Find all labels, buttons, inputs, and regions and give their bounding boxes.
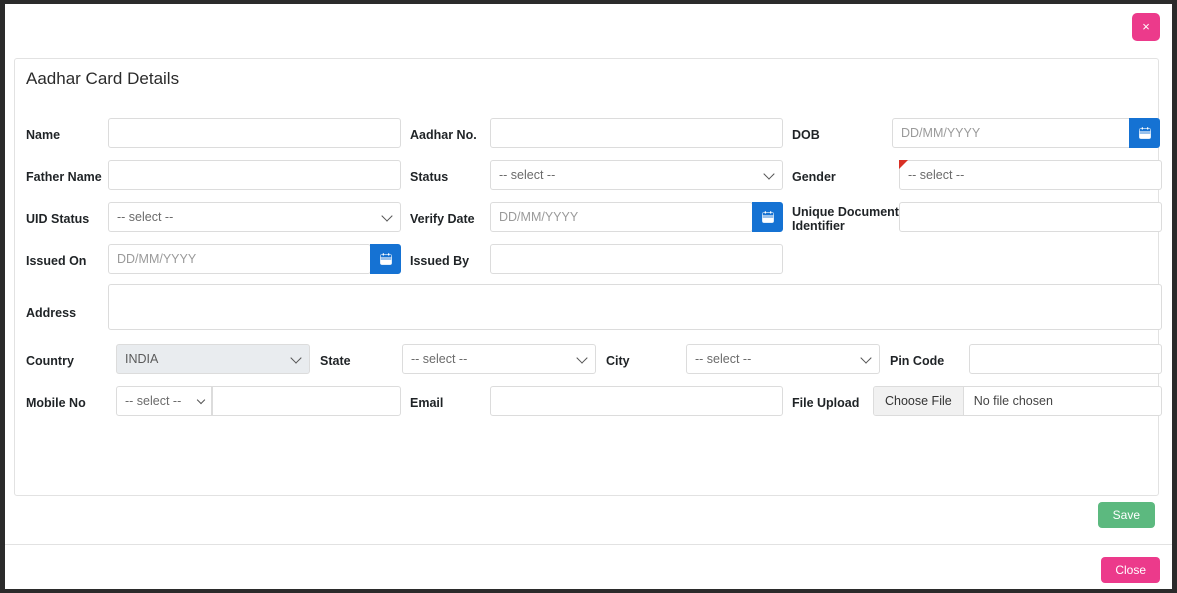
verify-date-input[interactable] — [490, 202, 753, 232]
form-row-2: Father Name Status -- select -- Gender -… — [15, 146, 1162, 190]
address-textarea[interactable] — [108, 284, 1162, 330]
chevron-down-icon — [381, 210, 393, 222]
aadhar-form: Name Aadhar No. DOB DD/MM/YYYY Father Na… — [15, 104, 1162, 418]
chevron-down-icon — [763, 168, 775, 180]
city-select[interactable]: -- select -- — [686, 344, 880, 374]
country-select[interactable]: INDIA — [116, 344, 310, 374]
label-verify-date: Verify Date — [410, 212, 475, 226]
aadhar-details-panel: Aadhar Card Details Name Aadhar No. DOB — [14, 58, 1162, 496]
label-country: Country — [26, 354, 74, 368]
label-issued-on: Issued On — [26, 254, 87, 268]
label-file-upload: File Upload — [792, 396, 860, 410]
issued-on-input[interactable] — [108, 244, 371, 274]
label-name: Name — [26, 128, 61, 142]
chevron-down-icon — [196, 395, 206, 405]
pin-code-input[interactable] — [969, 344, 1162, 374]
name-input[interactable] — [108, 118, 401, 148]
form-row-7: Mobile No -- select -- Email File Upload… — [15, 376, 1162, 418]
label-uid-status: UID Status — [26, 212, 90, 226]
label-mobile-no: Mobile No — [26, 396, 86, 410]
mobile-no-input[interactable] — [212, 386, 401, 416]
save-button[interactable]: Save — [1097, 502, 1155, 528]
chevron-down-icon — [576, 352, 588, 364]
form-row-1: Name Aadhar No. DOB — [15, 104, 1160, 148]
city-select-value: -- select -- — [695, 352, 752, 366]
gender-select-value: -- select -- — [908, 168, 965, 182]
save-bar: Save — [14, 500, 1159, 542]
gender-select[interactable]: -- select -- — [899, 160, 1162, 190]
email-input[interactable] — [490, 386, 783, 416]
label-pin-code: Pin Code — [890, 354, 945, 368]
footer-divider — [5, 544, 1172, 545]
chevron-down-icon — [860, 352, 872, 364]
form-row-5: Address — [15, 272, 1162, 334]
dob-input[interactable] — [892, 118, 1138, 148]
chevron-down-icon — [290, 352, 302, 364]
label-issued-by: Issued By — [410, 254, 470, 268]
label-dob: DOB — [792, 128, 820, 142]
screen: × Aadhar Card Details Name Aadhar No. DO… — [0, 0, 1177, 593]
close-icon[interactable]: × — [1132, 13, 1160, 41]
state-select-value: -- select -- — [411, 352, 468, 366]
label-udi-line1: Unique Document — [792, 205, 899, 219]
status-select-value: -- select -- — [499, 168, 556, 182]
state-select[interactable]: -- select -- — [402, 344, 596, 374]
window-frame-bottom — [0, 589, 1177, 593]
label-state: State — [320, 354, 351, 368]
issued-by-input[interactable] — [490, 244, 783, 274]
verify-date-calendar-icon[interactable] — [752, 202, 783, 232]
form-row-6: Country INDIA State -- select -- City --… — [15, 334, 1162, 376]
form-row-3: UID Status -- select -- Verify Date DD/M… — [15, 188, 1162, 233]
form-row-4: Issued On Issued By — [15, 230, 1160, 274]
father-name-input[interactable] — [108, 160, 401, 190]
label-gender: Gender — [792, 170, 836, 184]
close-button[interactable]: Close — [1101, 557, 1160, 583]
status-select[interactable]: -- select -- — [490, 160, 783, 190]
issued-on-calendar-icon[interactable] — [370, 244, 401, 274]
label-address: Address — [26, 306, 77, 320]
file-upload-status: No file chosen — [973, 394, 1053, 408]
country-select-value: INDIA — [125, 352, 159, 366]
file-upload-control[interactable]: Choose File No file chosen — [873, 386, 1162, 416]
label-aadhar-no: Aadhar No. — [410, 128, 477, 142]
aadhar-card-modal: × Aadhar Card Details Name Aadhar No. DO… — [5, 4, 1172, 589]
aadhar-no-input[interactable] — [490, 118, 783, 148]
label-email: Email — [410, 396, 444, 410]
mobile-country-code-value: -- select -- — [125, 394, 182, 408]
choose-file-button[interactable]: Choose File — [874, 387, 964, 415]
dob-calendar-icon[interactable] — [1129, 118, 1160, 148]
uid-status-select-value: -- select -- — [117, 210, 174, 224]
page-title: Aadhar Card Details — [26, 69, 180, 88]
label-city: City — [606, 354, 630, 368]
uid-status-select[interactable]: -- select -- — [108, 202, 401, 232]
label-status: Status — [410, 170, 449, 184]
mobile-country-code-select[interactable]: -- select -- — [116, 386, 212, 416]
label-father-name: Father Name — [26, 170, 102, 184]
unique-document-identifier-input[interactable] — [899, 202, 1162, 232]
window-frame-right — [1172, 0, 1177, 593]
label-unique-document-identifier: Unique Document Identifier — [792, 205, 902, 233]
